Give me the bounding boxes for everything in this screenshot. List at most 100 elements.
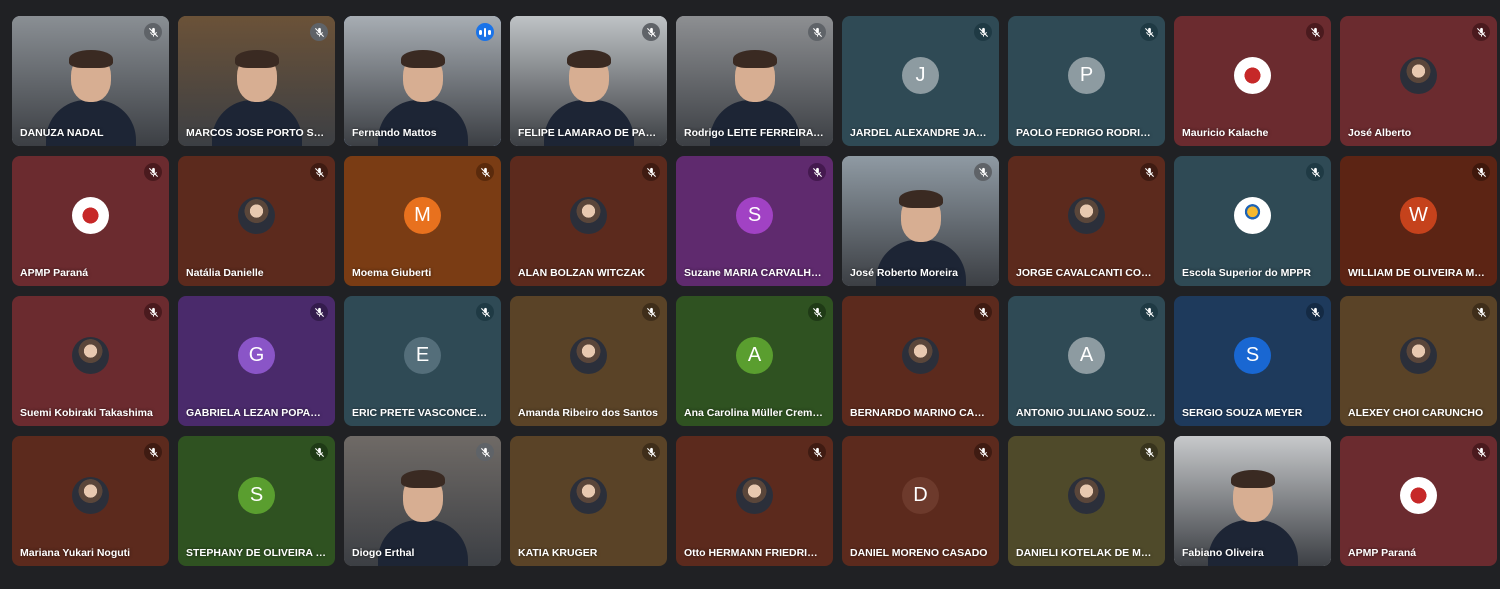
mic-off-icon <box>1472 23 1490 41</box>
mic-off-icon <box>144 443 162 461</box>
participant-name: SERGIO SOUZA MEYER <box>1182 407 1303 419</box>
participant-tile[interactable]: D DANIEL MORENO CASADO <box>842 436 999 566</box>
mic-off-icon <box>476 443 494 461</box>
initial-avatar: S <box>238 477 275 515</box>
participant-name: José Alberto <box>1348 127 1412 139</box>
participant-tile[interactable]: Amanda Ribeiro dos Santos <box>510 296 667 426</box>
participant-name: GABRIELA LEZAN POPADIUK <box>186 407 327 419</box>
participant-tile[interactable]: APMP Paraná <box>1340 436 1497 566</box>
participant-name: Suzane MARIA CARVALHO ... <box>684 267 825 279</box>
profile-photo-avatar <box>570 477 607 515</box>
participant-tile[interactable]: Fabiano Oliveira <box>1174 436 1331 566</box>
profile-photo-avatar <box>1400 57 1437 95</box>
mic-off-icon <box>808 163 826 181</box>
mic-off-icon <box>642 303 660 321</box>
participant-tile[interactable]: G GABRIELA LEZAN POPADIUK <box>178 296 335 426</box>
profile-photo-avatar <box>1068 477 1105 515</box>
participant-tile[interactable]: KATIA KRUGER <box>510 436 667 566</box>
participant-name: Otto HERMANN FRIEDRICH ... <box>684 547 825 559</box>
participant-tile[interactable]: Natália Danielle <box>178 156 335 286</box>
profile-photo-avatar <box>72 477 109 515</box>
initial-avatar: S <box>736 197 773 235</box>
participant-tile[interactable]: M Moema Giuberti <box>344 156 501 286</box>
participant-tile[interactable]: A ANTONIO JULIANO SOUZA ... <box>1008 296 1165 426</box>
mic-off-icon <box>310 443 328 461</box>
mic-off-icon <box>808 23 826 41</box>
mic-off-icon <box>974 303 992 321</box>
profile-photo-avatar <box>736 477 773 515</box>
mic-off-icon <box>808 303 826 321</box>
mic-off-icon <box>1306 163 1324 181</box>
profile-photo-avatar <box>1068 197 1105 235</box>
participant-tile[interactable]: ALEXEY CHOI CARUNCHO <box>1340 296 1497 426</box>
participant-tile[interactable]: APMP Paraná <box>12 156 169 286</box>
participant-tile[interactable]: S STEPHANY DE OLIVEIRA FU... <box>178 436 335 566</box>
mic-off-icon <box>642 443 660 461</box>
participant-tile[interactable]: MARCOS JOSE PORTO SOA... <box>178 16 335 146</box>
participant-name: ALAN BOLZAN WITCZAK <box>518 267 646 279</box>
participant-name: APMP Paraná <box>1348 547 1417 559</box>
participant-tile[interactable]: S Suzane MARIA CARVALHO ... <box>676 156 833 286</box>
participant-name: DANIEL MORENO CASADO <box>850 547 988 559</box>
mic-off-icon <box>974 443 992 461</box>
participant-tile[interactable]: P PAOLO FEDRIGO RODRIGU... <box>1008 16 1165 146</box>
initial-avatar: P <box>1068 57 1105 95</box>
mic-off-icon <box>1472 443 1490 461</box>
profile-photo-avatar <box>570 197 607 235</box>
mic-off-icon <box>1140 23 1158 41</box>
participant-tile[interactable]: J JARDEL ALEXANDRE JAHN <box>842 16 999 146</box>
participant-name: Fabiano Oliveira <box>1182 547 1264 559</box>
mic-off-icon <box>808 443 826 461</box>
mic-off-icon <box>1140 303 1158 321</box>
mic-off-icon <box>310 23 328 41</box>
mic-off-icon <box>144 303 162 321</box>
participant-tile[interactable]: JORGE CAVALCANTI COEL... <box>1008 156 1165 286</box>
participant-name: WILLIAM DE OLIVEIRA MORI <box>1348 267 1489 279</box>
profile-photo-avatar <box>72 337 109 375</box>
mic-off-icon <box>1306 23 1324 41</box>
participant-name: JORGE CAVALCANTI COEL... <box>1016 267 1157 279</box>
participant-name: PAOLO FEDRIGO RODRIGU... <box>1016 127 1157 139</box>
participant-tile[interactable]: A Ana Carolina Müller Cremo... <box>676 296 833 426</box>
mic-off-icon <box>310 163 328 181</box>
participant-name: ALEXEY CHOI CARUNCHO <box>1348 407 1484 419</box>
participant-tile[interactable]: Mariana Yukari Noguti <box>12 436 169 566</box>
audio-level-icon <box>476 23 494 41</box>
participant-name: Natália Danielle <box>186 267 264 279</box>
participant-name: Moema Giuberti <box>352 267 432 279</box>
participant-tile[interactable]: BERNARDO MARINO CARV... <box>842 296 999 426</box>
participant-name: KATIA KRUGER <box>518 547 598 559</box>
participant-tile[interactable]: DANIELI KOTELAK DE MELO <box>1008 436 1165 566</box>
participant-name: Suemi Kobiraki Takashima <box>20 407 153 419</box>
participant-tile[interactable]: Rodrigo LEITE FERREIRA CA... <box>676 16 833 146</box>
initial-avatar: A <box>736 337 773 375</box>
participant-tile[interactable]: FELIPE LAMARAO DE PAUL... <box>510 16 667 146</box>
participant-name: Fernando Mattos <box>352 127 437 139</box>
participant-tile[interactable]: E ERIC PRETE VASCONCELOS <box>344 296 501 426</box>
participant-tile[interactable]: DANUZA NADAL <box>12 16 169 146</box>
participant-tile[interactable]: Diogo Erthal <box>344 436 501 566</box>
profile-photo-avatar <box>1400 337 1437 375</box>
participant-tile[interactable]: José Alberto <box>1340 16 1497 146</box>
mic-off-icon <box>144 23 162 41</box>
mic-off-icon <box>476 303 494 321</box>
participant-tile[interactable]: José Roberto Moreira <box>842 156 999 286</box>
mic-off-icon <box>476 163 494 181</box>
participant-tile[interactable]: Fernando Mattos <box>344 16 501 146</box>
participant-tile[interactable]: Otto HERMANN FRIEDRICH ... <box>676 436 833 566</box>
participant-name: Diogo Erthal <box>352 547 415 559</box>
participant-name: APMP Paraná <box>20 267 89 279</box>
initial-avatar: W <box>1400 197 1437 235</box>
participant-tile[interactable]: Mauricio Kalache <box>1174 16 1331 146</box>
mic-off-icon <box>1140 163 1158 181</box>
participant-name: DANIELI KOTELAK DE MELO <box>1016 547 1157 559</box>
participant-name: ERIC PRETE VASCONCELOS <box>352 407 493 419</box>
participant-tile[interactable]: ALAN BOLZAN WITCZAK <box>510 156 667 286</box>
participant-tile[interactable]: W WILLIAM DE OLIVEIRA MORI <box>1340 156 1497 286</box>
participant-tile[interactable]: S SERGIO SOUZA MEYER <box>1174 296 1331 426</box>
initial-avatar: M <box>404 197 441 235</box>
participant-tile[interactable]: Escola Superior do MPPR <box>1174 156 1331 286</box>
initial-avatar: E <box>404 337 441 375</box>
participant-tile[interactable]: Suemi Kobiraki Takashima <box>12 296 169 426</box>
participant-name: Mauricio Kalache <box>1182 127 1269 139</box>
